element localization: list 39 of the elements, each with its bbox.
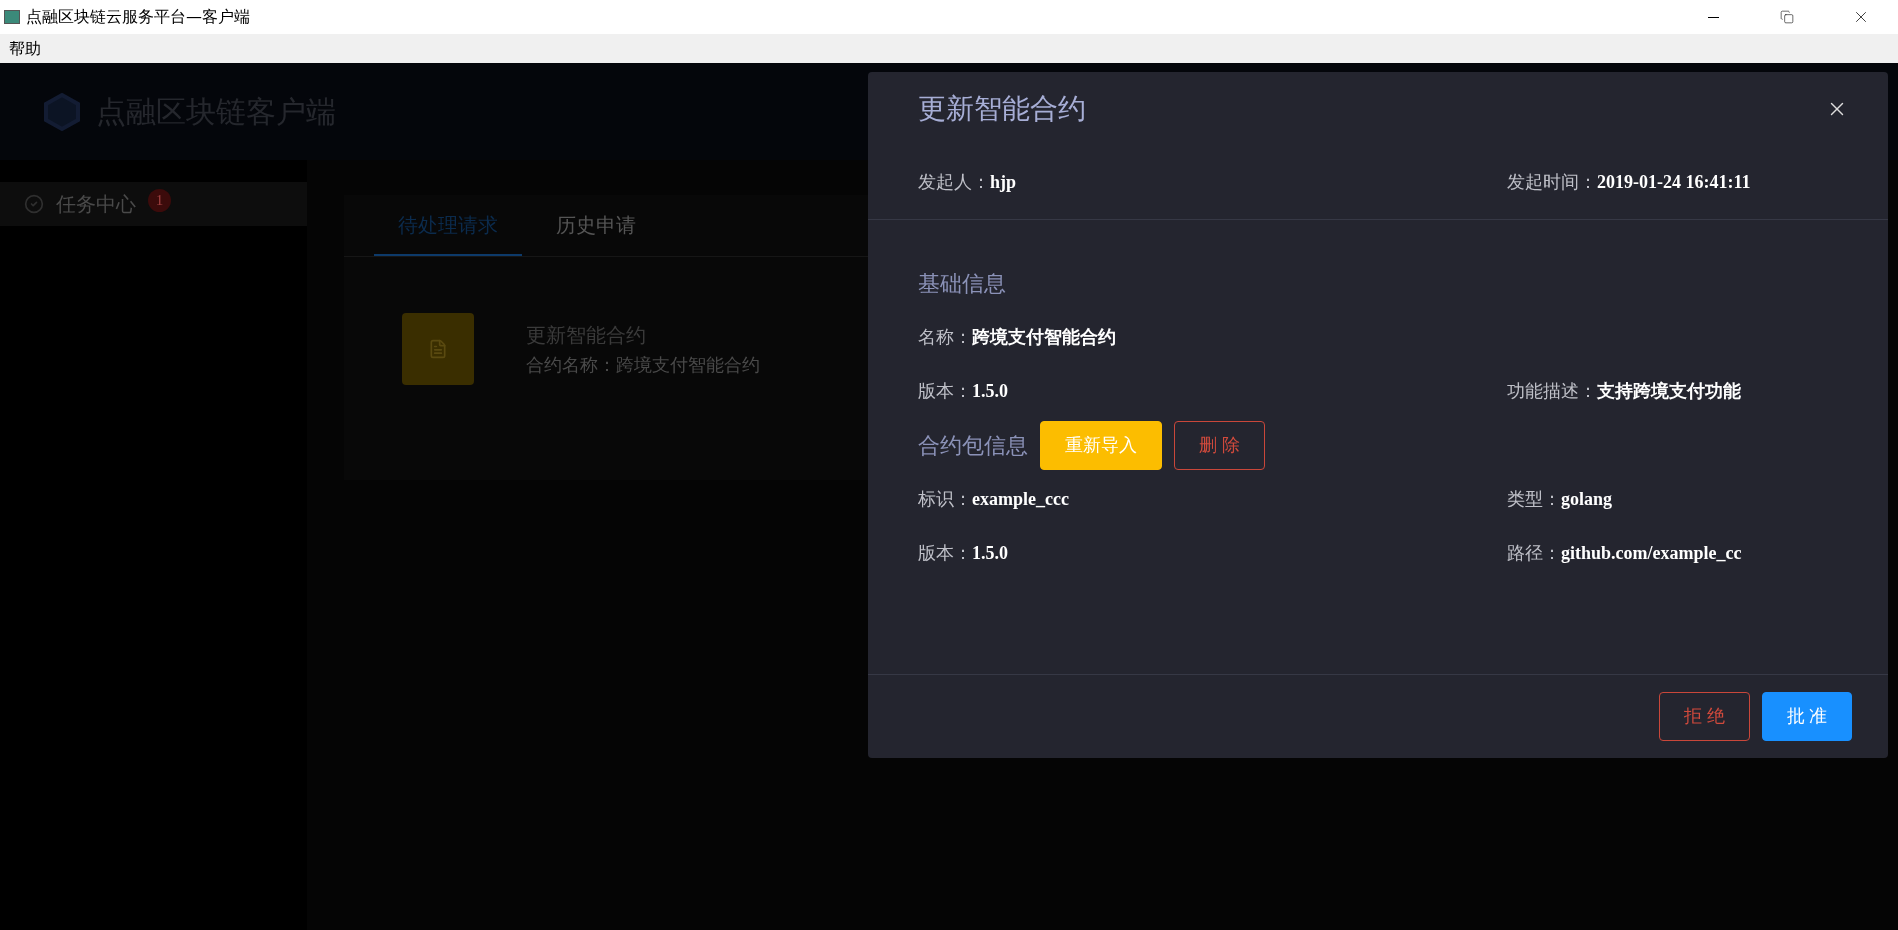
section-title: 合约包信息 [918,431,1028,460]
field-value: example_ccc [972,487,1069,511]
field-label: 名称： [918,325,972,349]
app-icon [4,10,20,24]
approve-button[interactable]: 批 准 [1761,692,1852,741]
hexagon-logo-icon [42,91,82,132]
field-label: 发起时间： [1507,171,1597,194]
field-value: hjp [990,171,1016,194]
field-label: 发起人： [918,171,990,194]
field-value: 跨境支付智能合约 [972,325,1116,349]
danger-button[interactable]: 拒 绝 [1659,692,1750,741]
tab[interactable]: 历史申请 [532,195,660,256]
field-value: 支持跨境支付功能 [1597,379,1741,403]
document-icon [402,313,474,385]
field-label: 版本： [918,379,972,403]
field-value: github.com/example_cc [1561,541,1742,565]
count-badge: 1 [148,188,171,212]
window-title: 点融区块链云服务平台—客户端 [26,6,250,28]
field-value: 2019-01-24 16:41:11 [1597,171,1751,194]
field-value: 1.5.0 [972,541,1008,565]
field-label: 标识： [918,487,972,511]
menu-item[interactable]: 帮助 [0,36,50,61]
field-label: 类型： [1507,487,1561,511]
restore-icon [1780,10,1794,24]
task-subtitle: 合约名称：跨境支付智能合约 [526,353,760,377]
reimport-button[interactable]: 重新导入 [1040,420,1162,470]
check-circle-icon [24,194,44,214]
danger-button[interactable]: 删 除 [1174,420,1265,470]
dialog-title: 更新智能合约 [918,92,1086,126]
sidebar-label: 任务中心 [56,192,136,217]
minimize-icon [1707,16,1719,18]
field-label: 功能描述： [1507,379,1597,403]
tab[interactable]: 待处理请求 [374,195,522,256]
field-value: 1.5.0 [972,379,1008,403]
field-label: 版本： [918,541,972,565]
field-label: 路径： [1507,541,1561,565]
field-value: golang [1561,487,1612,511]
section-title: 基础信息 [918,269,1006,298]
sidebar-item[interactable]: 任务中心 1 [0,182,307,226]
